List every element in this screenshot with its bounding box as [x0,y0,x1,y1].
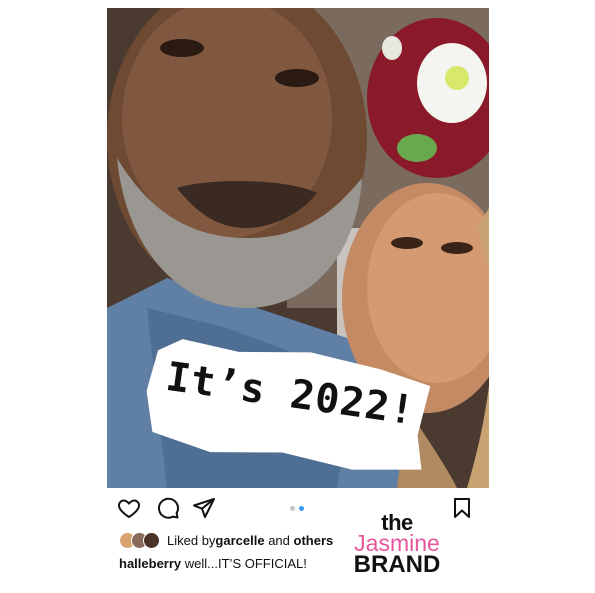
carousel-indicator [290,506,310,512]
liked-by-user-link[interactable]: garcelle [215,533,264,548]
heart-icon[interactable] [117,496,141,520]
liked-by-middle: and [264,532,294,548]
watermark-line-3: BRAND [353,551,441,578]
liked-by-others-link[interactable]: others [294,533,334,548]
paper-plane-icon[interactable] [192,496,216,520]
caption-text: well...IT’S OFFICIAL! [181,556,307,571]
liker-avatars[interactable] [119,532,163,549]
carousel-dot[interactable] [290,506,295,511]
caption-username-link[interactable]: halleberry [119,556,181,571]
bookmark-icon[interactable] [450,496,474,520]
avatar [143,532,160,549]
post-caption: halleberry well...IT’S OFFICIAL! [119,556,307,571]
liked-by-prefix: Liked by [167,532,216,548]
liked-by-row: Liked by garcelle and others [119,531,333,549]
comment-icon[interactable] [156,496,180,520]
brand-watermark: the Jasmine BRAND [346,512,448,577]
carousel-dot-active[interactable] [299,506,304,511]
